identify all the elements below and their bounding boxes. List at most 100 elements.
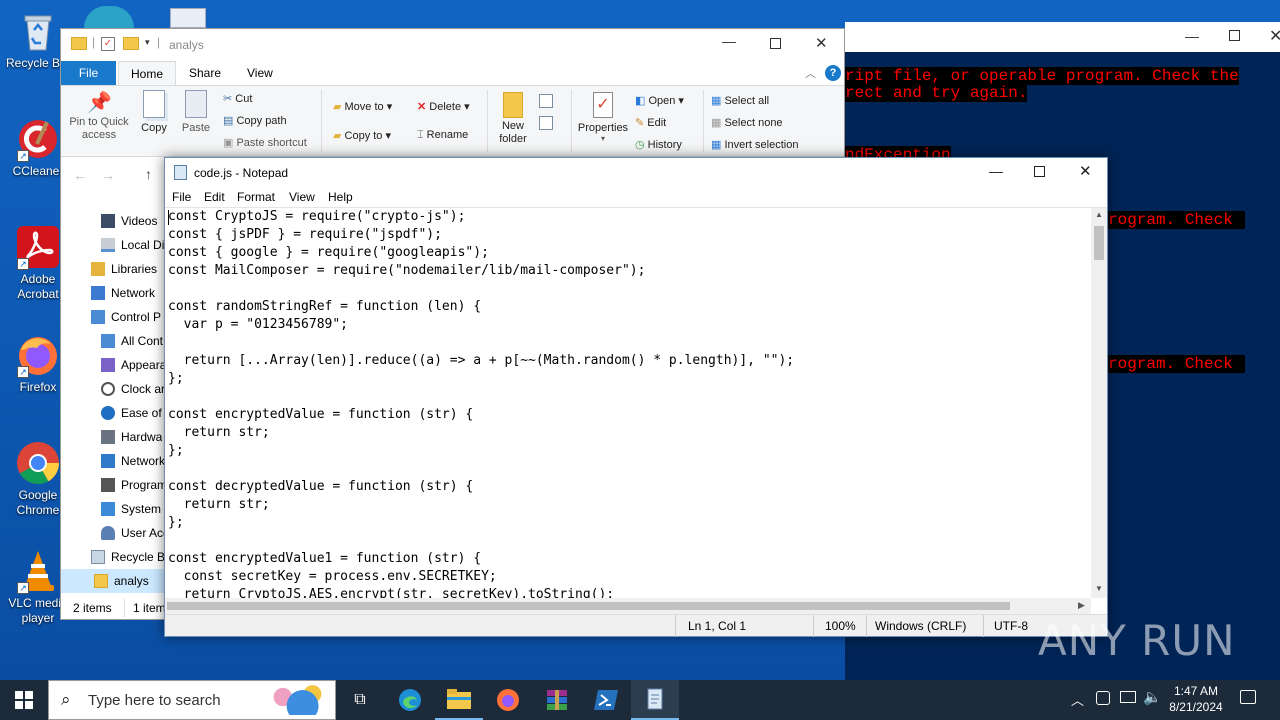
forward-arrow-icon[interactable]: → [101, 167, 115, 183]
notifications-icon[interactable] [1240, 690, 1256, 704]
nav-item-hardware[interactable]: Hardwa [101, 425, 162, 449]
maximize-icon[interactable] [1229, 30, 1240, 41]
nav-item-ease-of-access[interactable]: Ease of A [101, 401, 165, 425]
invert-selection-button[interactable]: ▦ Invert selection [711, 138, 798, 151]
nav-item-clock[interactable]: Clock ar [101, 377, 165, 401]
scroll-up-icon[interactable]: ▲ [1095, 210, 1103, 219]
taskbar-winrar[interactable] [533, 680, 581, 720]
properties-button[interactable]: ✓ Properties ▾ [575, 92, 631, 143]
nav-item-local-disk[interactable]: Local Di [101, 233, 164, 257]
tab-share[interactable]: Share [177, 61, 233, 85]
taskbar-file-explorer[interactable] [435, 680, 483, 720]
code-line: var p = "0123456789"; [168, 317, 349, 332]
nav-item-system[interactable]: System [101, 497, 161, 521]
taskbar-powershell[interactable] [582, 680, 630, 720]
volume-icon[interactable]: 🔈 [1143, 688, 1162, 706]
taskbar-search-box[interactable]: ⌕ Type here to search [48, 680, 336, 720]
explorer-titlebar[interactable]: | ✓ ▾ | analys — ✕ [61, 29, 844, 61]
copy-to-label: Copy to [344, 130, 383, 142]
powershell-titlebar[interactable]: — ✕ [845, 22, 1280, 52]
task-view-button[interactable]: ⧉ [336, 680, 384, 720]
scroll-down-icon[interactable]: ▼ [1095, 584, 1103, 593]
powershell-error-line: ript file, or operable program. Check th… [845, 67, 1239, 85]
back-arrow-icon[interactable]: ← [73, 167, 87, 183]
show-hidden-icons-chevron-icon[interactable]: ︿ [1071, 690, 1084, 709]
select-all-button[interactable]: ▦ Select all [711, 94, 769, 107]
scroll-thumb[interactable] [1094, 226, 1104, 260]
collapse-ribbon-icon[interactable]: ︿ [805, 65, 816, 81]
close-icon[interactable]: ✕ [1269, 26, 1280, 46]
device-tray-icon[interactable] [1096, 691, 1110, 705]
notepad-menubar: File Edit Format View Help [165, 188, 1107, 208]
taskbar-notepad[interactable] [631, 680, 679, 720]
nav-item-control-panel[interactable]: Control P [91, 305, 161, 329]
paste-shortcut-button[interactable]: ▣ Paste shortcut [223, 136, 307, 149]
menu-format[interactable]: Format [237, 190, 275, 204]
open-button[interactable]: ◧ Open ▾ [635, 94, 684, 107]
notepad-text-area[interactable]: const CryptoJS = require("crypto-js"); co… [168, 208, 1092, 598]
new-folder-label: New folder [499, 120, 527, 145]
help-icon[interactable]: ? [825, 65, 841, 81]
minimize-icon[interactable]: — [989, 163, 1003, 179]
minimize-icon[interactable]: — [722, 33, 736, 49]
network-tray-icon[interactable] [1120, 691, 1136, 703]
nav-item-appearance[interactable]: Appeara [101, 353, 165, 377]
cut-button[interactable]: ✂ Cut [223, 92, 252, 105]
nav-item-recycle-bin[interactable]: Recycle B [91, 545, 165, 569]
taskbar-clock[interactable]: 1:47 AM 8/21/2024 [1168, 683, 1224, 715]
nav-item-all-control-panel[interactable]: All Cont [101, 329, 163, 353]
copy-to-button[interactable]: ▰ Copy to ▾ [333, 129, 391, 142]
select-none-button[interactable]: ▦ Select none [711, 116, 783, 129]
properties-quick-icon[interactable]: ✓ [101, 37, 115, 51]
close-icon[interactable]: ✕ [1079, 162, 1092, 180]
select-all-label: Select all [724, 95, 770, 107]
maximize-icon[interactable] [1034, 166, 1045, 177]
pin-to-quick-access-button[interactable]: 📌 Pin to Quick access [66, 90, 132, 142]
open-label: Open [648, 95, 676, 107]
nav-item-videos[interactable]: Videos [101, 209, 157, 233]
nav-item-analys[interactable]: analys [61, 569, 165, 593]
rename-button[interactable]: ⌶ Rename [417, 129, 468, 142]
tab-view[interactable]: View [235, 61, 285, 85]
taskbar-edge[interactable] [386, 680, 434, 720]
new-folder-button[interactable]: New folder [493, 92, 533, 146]
horizontal-scrollbar[interactable]: ▶ [165, 598, 1091, 614]
history-button[interactable]: ◷ History [635, 138, 682, 151]
menu-edit[interactable]: Edit [204, 190, 225, 204]
tab-home[interactable]: Home [118, 61, 177, 86]
vertical-scrollbar[interactable]: ▲ ▼ [1091, 208, 1107, 598]
nav-item-network-internet[interactable]: Network [101, 449, 165, 473]
menu-help[interactable]: Help [328, 190, 353, 204]
menu-view[interactable]: View [289, 190, 315, 204]
nav-item-network[interactable]: Network [91, 281, 155, 305]
move-to-button[interactable]: ▰ Move to ▾ [333, 100, 392, 113]
up-arrow-icon[interactable]: ↑ [145, 166, 152, 182]
delete-label: Delete [429, 101, 462, 113]
notepad-titlebar[interactable]: code.js - Notepad — ✕ [165, 158, 1107, 188]
minimize-icon[interactable]: — [1185, 28, 1199, 44]
close-icon[interactable]: ✕ [815, 34, 828, 52]
maximize-icon[interactable] [770, 38, 781, 49]
notepad-window[interactable]: code.js - Notepad — ✕ File Edit Format V… [164, 157, 1108, 637]
scroll-thumb-horizontal[interactable] [167, 602, 1010, 610]
nav-item-programs[interactable]: Program [101, 473, 165, 497]
tab-file[interactable]: File [61, 61, 116, 85]
paste-button[interactable]: Paste [179, 90, 213, 134]
copy-button[interactable]: Copy [139, 90, 169, 134]
new-item-icon[interactable] [539, 94, 553, 108]
new-folder-quick-icon[interactable] [123, 37, 139, 50]
desktop-icon-label: Google Chrome [16, 488, 60, 517]
copy-path-button[interactable]: ▤ Copy path [223, 114, 287, 127]
powershell-error-line: rogram. Check [1108, 355, 1245, 373]
taskbar-firefox[interactable] [484, 680, 532, 720]
nav-item-user-accounts[interactable]: User Acc [101, 521, 165, 545]
zoom-level: 100% [825, 619, 856, 633]
start-button[interactable] [0, 680, 48, 720]
menu-file[interactable]: File [172, 190, 191, 204]
easy-access-icon[interactable] [539, 116, 553, 130]
customize-toolbar-dropdown-icon[interactable]: ▾ [145, 37, 150, 48]
delete-button[interactable]: ✕ Delete ▾ [417, 100, 470, 113]
edit-button[interactable]: ✎ Edit [635, 116, 666, 129]
nav-item-libraries[interactable]: Libraries [91, 257, 157, 281]
